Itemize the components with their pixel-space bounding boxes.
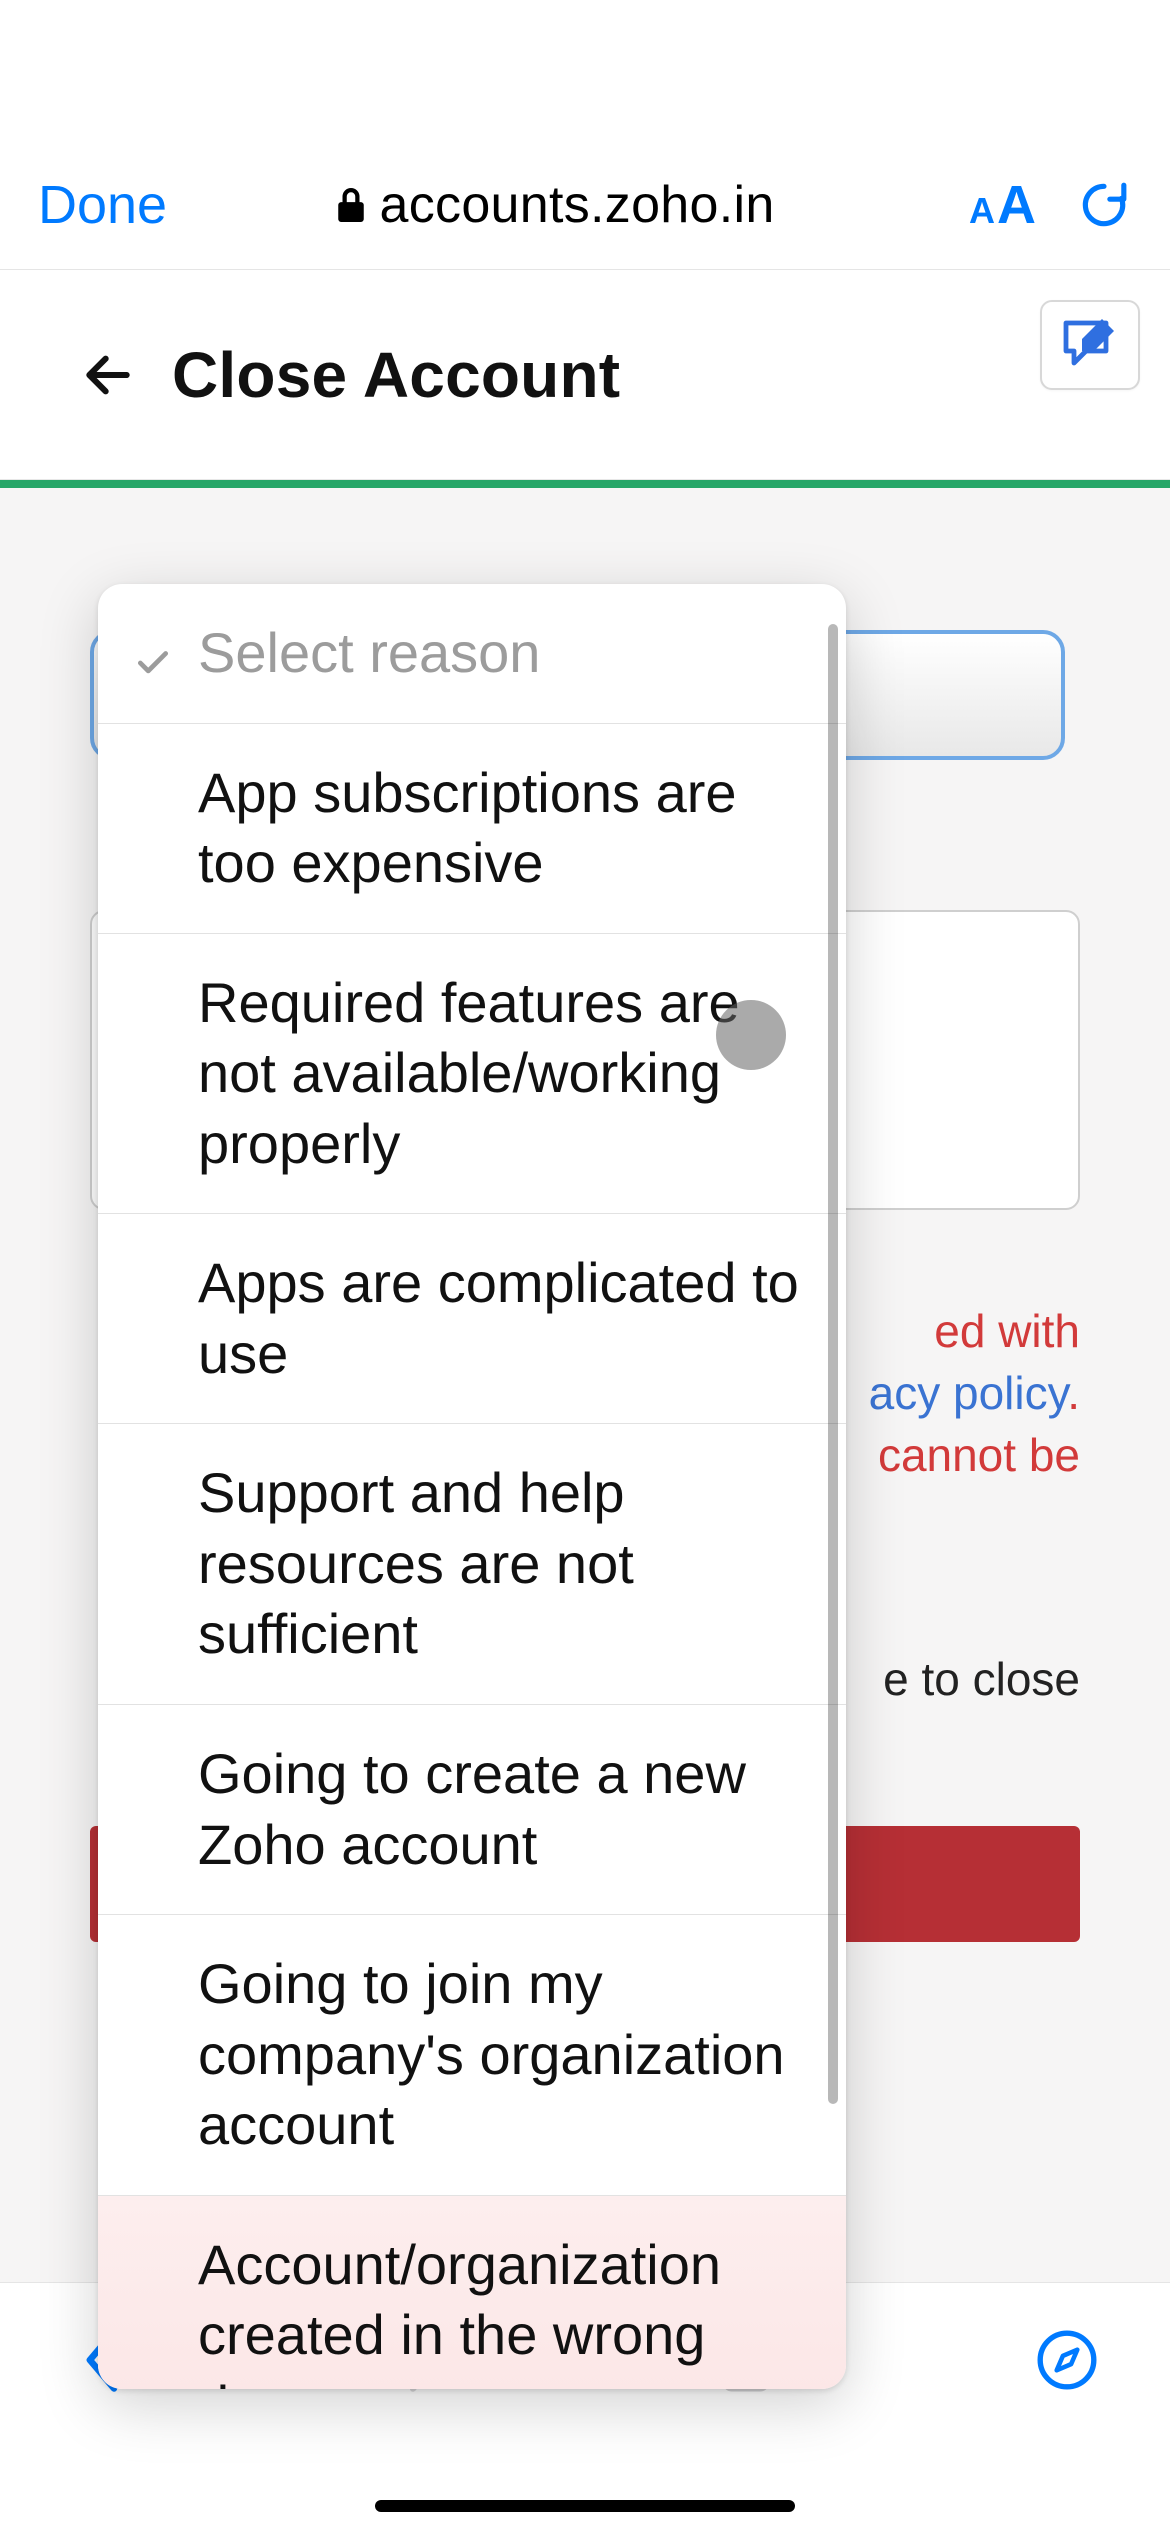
feedback-icon <box>1058 315 1122 375</box>
dropdown-option-label: Apps are complicated to use <box>198 1251 799 1385</box>
dropdown-option-label: Account/organization created in the wron… <box>198 2233 721 2389</box>
arrow-left-icon <box>80 347 136 403</box>
dropdown-scroll-area[interactable]: Select reason App subscriptions are too … <box>98 584 846 2389</box>
compass-icon <box>1034 2327 1100 2393</box>
url-text: accounts.zoho.in <box>380 175 775 235</box>
done-button[interactable]: Done <box>38 174 167 236</box>
dropdown-option-label: Select reason <box>198 621 540 684</box>
dropdown-option-label: Going to join my company's organization … <box>198 1952 785 2156</box>
dropdown-option[interactable]: Going to join my company's organization … <box>98 1915 846 2196</box>
dropdown-option[interactable]: Apps are complicated to use <box>98 1214 846 1424</box>
check-icon <box>134 628 172 699</box>
reload-button[interactable] <box>1076 177 1132 233</box>
page-header: Close Account <box>0 270 1170 480</box>
dropdown-option[interactable]: App subscriptions are too expensive <box>98 724 846 934</box>
safari-address-bar: Done accounts.zoho.in A A <box>0 150 1170 260</box>
safari-top-chrome: Done accounts.zoho.in A A <box>0 0 1170 270</box>
feedback-button[interactable] <box>1040 300 1140 390</box>
dropdown-option[interactable]: Required features are not available/work… <box>98 934 846 1215</box>
open-in-safari-button[interactable] <box>1026 2319 1108 2401</box>
dropdown-option-label: App subscriptions are too expensive <box>198 761 737 895</box>
dropdown-option-label: Going to create a new Zoho account <box>198 1742 746 1876</box>
privacy-policy-link[interactable]: acy policy <box>869 1367 1068 1419</box>
dropdown-option[interactable]: Going to create a new Zoho account <box>98 1705 846 1915</box>
progress-bar <box>0 480 1170 488</box>
reason-dropdown-popover: Select reason App subscriptions are too … <box>98 584 846 2389</box>
text-size-button[interactable]: A A <box>969 174 1036 236</box>
touch-indicator <box>716 1000 786 1070</box>
dropdown-option[interactable]: Support and help resources are not suffi… <box>98 1424 846 1705</box>
back-button[interactable] <box>80 347 136 403</box>
dropdown-option-label: Required features are not available/work… <box>198 971 740 1175</box>
page-title: Close Account <box>172 338 620 412</box>
lock-icon <box>334 184 368 226</box>
dropdown-option-placeholder[interactable]: Select reason <box>98 584 846 724</box>
text-size-large-a-icon: A <box>997 174 1036 236</box>
reload-icon <box>1076 177 1132 233</box>
dropdown-option-label: Support and help resources are not suffi… <box>198 1461 634 1665</box>
text-size-small-a-icon: A <box>969 190 995 232</box>
dropdown-option[interactable]: Account/organization created in the wron… <box>98 2196 846 2389</box>
scrollbar-thumb[interactable] <box>828 624 838 2104</box>
home-indicator <box>375 2500 795 2512</box>
url-display[interactable]: accounts.zoho.in <box>167 175 941 235</box>
